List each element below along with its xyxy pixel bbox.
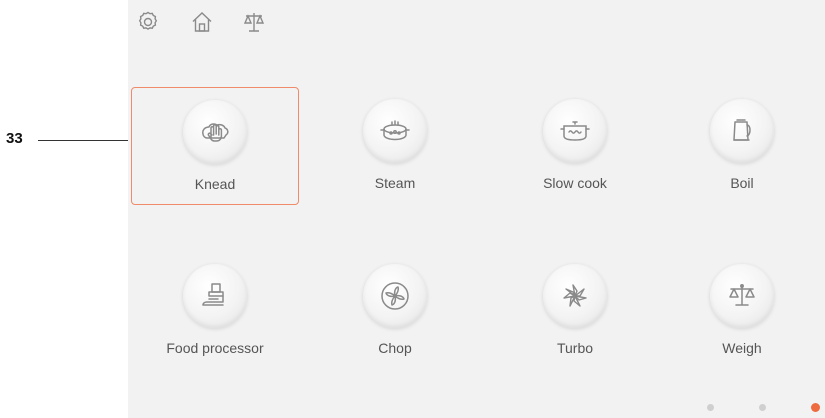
hand-icon — [202, 123, 229, 142]
page-dot-3-active[interactable] — [811, 403, 820, 412]
program-tile-weigh[interactable]: Weigh — [658, 252, 825, 370]
boil-button-circle — [710, 99, 774, 163]
chop-button-circle — [363, 264, 427, 328]
callout-number: 33 — [6, 130, 23, 147]
scale-icon[interactable] — [242, 10, 266, 34]
program-tile-turbo[interactable]: Turbo — [491, 252, 659, 370]
program-label: Turbo — [556, 340, 594, 356]
weigh-button-circle — [710, 264, 774, 328]
program-tile-boil[interactable]: Boil — [658, 87, 825, 205]
home-icon[interactable] — [190, 10, 214, 34]
callout-line — [38, 140, 128, 141]
slow-cook-button-circle — [543, 99, 607, 163]
food-processor-icon — [202, 283, 224, 306]
program-label: Chop — [378, 340, 412, 356]
program-tile-knead[interactable]: Knead — [131, 87, 299, 205]
turbo-icon — [563, 284, 587, 307]
program-tile-food-processor[interactable]: Food processor — [131, 252, 299, 370]
steam-pot-icon — [380, 120, 410, 141]
settings-icon[interactable] — [136, 10, 160, 34]
slow-cook-pot-icon — [560, 121, 590, 141]
food-processor-button-circle — [183, 264, 247, 328]
program-label: Steam — [374, 175, 416, 191]
knead-button-circle — [183, 100, 247, 164]
kettle-icon — [733, 119, 751, 141]
program-tile-steam[interactable]: Steam — [311, 87, 479, 205]
program-label: Boil — [730, 175, 754, 191]
page-dot-1[interactable] — [707, 404, 714, 411]
scale-icon — [729, 284, 755, 306]
steam-button-circle — [363, 99, 427, 163]
program-label: Knead — [194, 176, 236, 192]
chop-blade-icon — [381, 282, 409, 310]
turbo-button-circle — [543, 264, 607, 328]
page-dot-2[interactable] — [759, 404, 766, 411]
program-tile-slow-cook[interactable]: Slow cook — [491, 87, 659, 205]
program-label: Food processor — [166, 340, 264, 356]
program-label: Slow cook — [543, 175, 607, 191]
program-tile-chop[interactable]: Chop — [311, 252, 479, 370]
program-label: Weigh — [722, 340, 762, 356]
appliance-screen: Knead Steam Slow cook Boil Food processo… — [128, 0, 825, 418]
